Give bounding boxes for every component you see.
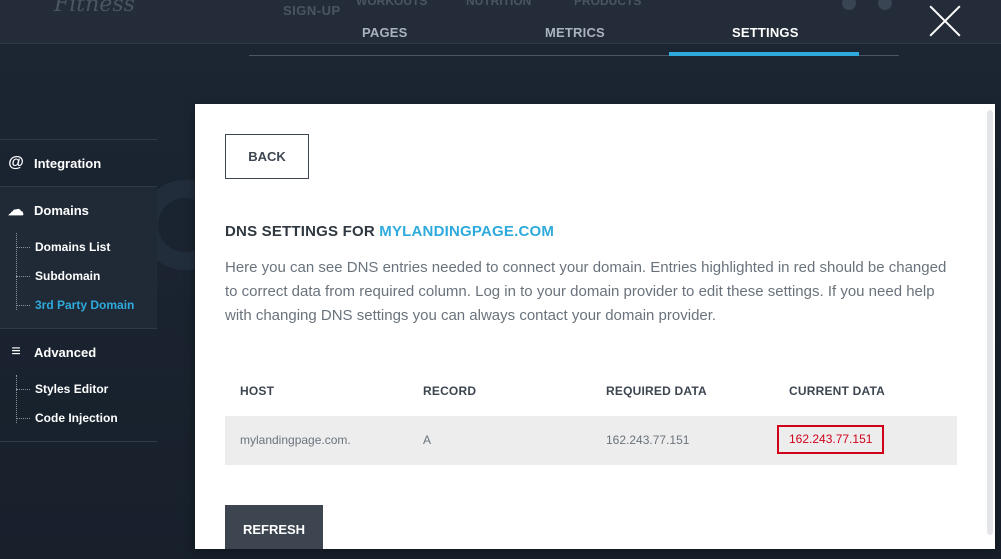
title-prefix: DNS SETTINGS FOR bbox=[225, 223, 380, 240]
facebook-icon bbox=[878, 0, 892, 10]
sidebar-item-domains[interactable]: ☁ Domains bbox=[0, 187, 157, 233]
table-header: HOST RECORD REQUIRED DATA CURRENT DATA bbox=[225, 368, 957, 416]
active-tab-indicator bbox=[669, 52, 859, 56]
table-row: mylandingpage.com. A 162.243.77.151 162.… bbox=[225, 416, 957, 465]
sidebar-item-domains-list[interactable]: Domains List bbox=[0, 233, 157, 262]
background-nav-item: PRODUCTS bbox=[574, 0, 642, 8]
cell-host: mylandingpage.com. bbox=[240, 433, 351, 447]
advanced-submenu: Styles Editor Code Injection bbox=[0, 375, 157, 441]
tab-pages[interactable]: PAGES bbox=[362, 25, 408, 40]
cell-record: A bbox=[423, 433, 432, 447]
refresh-button[interactable]: REFRESH bbox=[225, 505, 323, 549]
settings-list-icon: ≡ bbox=[11, 343, 21, 360]
background-signup: SIGN-UP bbox=[283, 3, 341, 18]
sidebar-group-domains: ☁ Domains Domains List Subdomain 3rd Par… bbox=[0, 187, 157, 329]
cloud-upload-icon: ☁ bbox=[8, 202, 24, 219]
background-nav-item: WORKOUTS bbox=[356, 0, 428, 8]
sidebar-item-code-injection[interactable]: Code Injection bbox=[0, 404, 157, 433]
sidebar-item-label: Advanced bbox=[34, 344, 97, 360]
column-header-current-data: CURRENT DATA bbox=[789, 384, 885, 398]
sidebar-item-integration[interactable]: @ Integration bbox=[0, 140, 157, 186]
dns-description: Here you can see DNS entries needed to c… bbox=[225, 259, 947, 324]
at-icon: @ bbox=[8, 154, 24, 171]
domains-submenu: Domains List Subdomain 3rd Party Domain bbox=[0, 233, 157, 328]
back-button[interactable]: BACK bbox=[225, 134, 309, 179]
sidebar-item-styles-editor[interactable]: Styles Editor bbox=[0, 375, 157, 404]
tab-metrics[interactable]: METRICS bbox=[545, 25, 605, 40]
settings-tabs: PAGES METRICS SETTINGS bbox=[249, 20, 899, 56]
background-nav-item: NUTRITION bbox=[466, 0, 532, 8]
sidebar-item-subdomain[interactable]: Subdomain bbox=[0, 262, 157, 291]
settings-sidebar: @ Integration ☁ Domains Domains List Sub… bbox=[0, 139, 157, 442]
dns-settings-panel: BACK DNS SETTINGS FOR MYLANDINGPAGE.COM … bbox=[195, 104, 995, 549]
twitter-icon bbox=[842, 0, 856, 10]
sidebar-group-advanced: ≡ Advanced Styles Editor Code Injection bbox=[0, 329, 157, 442]
domain-name: MYLANDINGPAGE.COM bbox=[379, 223, 555, 240]
sidebar-group-integration: @ Integration bbox=[0, 140, 157, 187]
page-title: DNS SETTINGS FOR MYLANDINGPAGE.COM bbox=[225, 223, 554, 240]
scrollbar[interactable] bbox=[987, 110, 993, 535]
sidebar-item-advanced[interactable]: ≡ Advanced bbox=[0, 329, 157, 375]
column-header-required-data: REQUIRED DATA bbox=[606, 384, 707, 398]
cell-current-data-mismatch: 162.243.77.151 bbox=[777, 425, 885, 454]
column-header-host: HOST bbox=[240, 384, 275, 398]
sidebar-item-label: Integration bbox=[34, 155, 102, 171]
dns-table: HOST RECORD REQUIRED DATA CURRENT DATA m… bbox=[225, 368, 957, 465]
tab-settings[interactable]: SETTINGS bbox=[732, 25, 799, 40]
close-icon[interactable] bbox=[928, 4, 962, 38]
background-logo: Fitness bbox=[54, 0, 135, 17]
column-header-record: RECORD bbox=[423, 384, 477, 398]
sidebar-item-3rd-party-domain[interactable]: 3rd Party Domain bbox=[0, 291, 157, 320]
cell-required-data: 162.243.77.151 bbox=[606, 433, 690, 447]
sidebar-item-label: Domains bbox=[34, 202, 89, 218]
